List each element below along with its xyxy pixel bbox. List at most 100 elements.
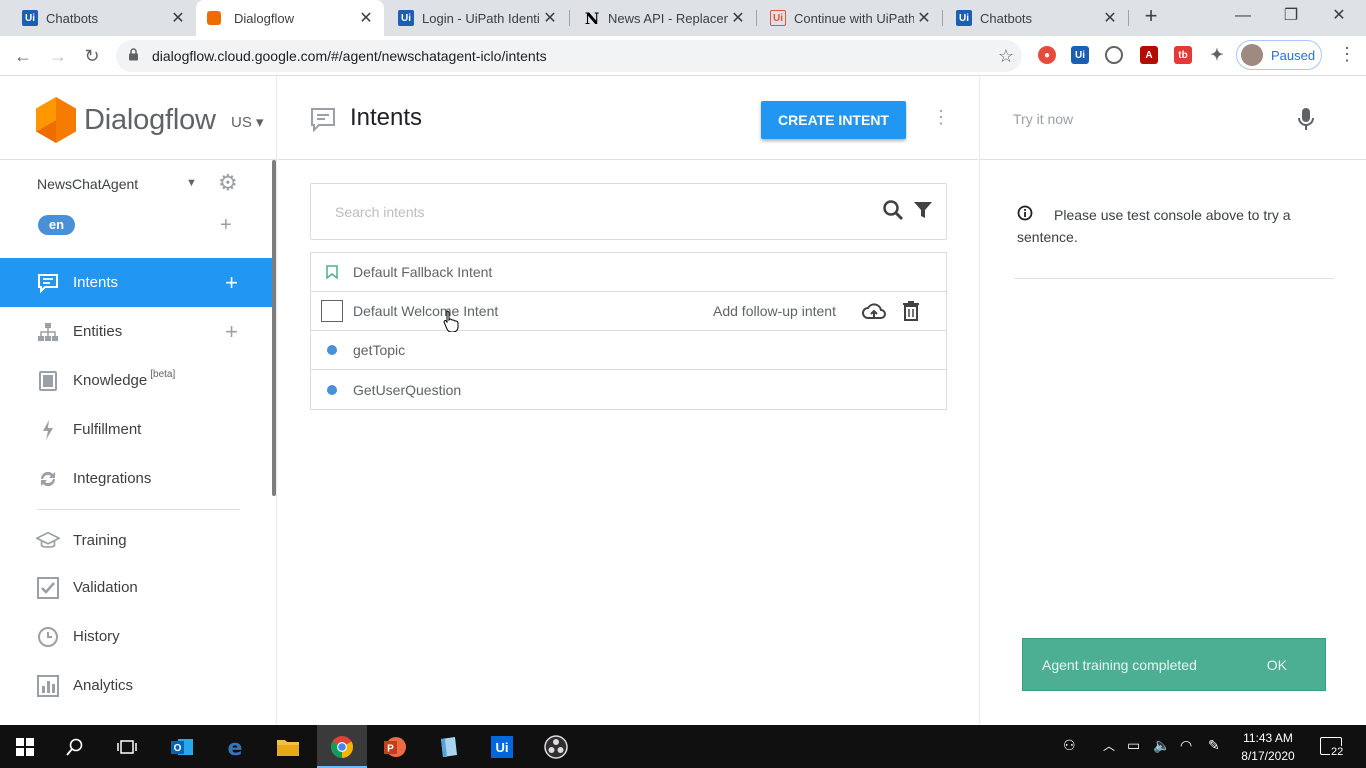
search-icon[interactable] <box>881 198 905 222</box>
sidebar-item-validation[interactable]: Validation <box>0 563 272 612</box>
address-bar[interactable]: dialogflow.cloud.google.com/#/agent/news… <box>116 40 1022 72</box>
sidebar-item-analytics[interactable]: Analytics <box>0 661 272 710</box>
add-follow-up-intent-link[interactable]: Add follow-up intent <box>713 303 836 319</box>
profile-button[interactable]: Paused <box>1236 40 1322 70</box>
search-icon[interactable] <box>50 725 100 768</box>
trash-icon[interactable] <box>902 301 924 323</box>
page-title: Intents <box>350 104 423 131</box>
create-intent-button[interactable]: CREATE INTENT <box>761 101 906 139</box>
intent-name[interactable]: getTopic <box>353 342 405 358</box>
obs-icon[interactable] <box>531 725 581 768</box>
intent-name[interactable]: Default Fallback Intent <box>353 264 492 280</box>
close-icon[interactable]: ✕ <box>540 8 560 28</box>
intent-row-getuserquestion[interactable]: GetUserQuestion <box>311 370 946 409</box>
intent-dot-icon <box>311 345 353 355</box>
bookmark-star-icon[interactable]: ☆ <box>998 46 1014 67</box>
sidebar-item-knowledge[interactable]: Knowledge [beta] <box>0 356 272 405</box>
sync-icon <box>36 467 60 491</box>
wifi-icon[interactable]: ◠ <box>1180 737 1192 754</box>
agent-name[interactable]: NewsChatAgent <box>37 176 138 192</box>
toast-ok-button[interactable]: OK <box>1267 657 1287 673</box>
sidebar-scrollbar[interactable] <box>272 160 276 496</box>
sidebar-item-training[interactable]: Training <box>0 516 272 565</box>
tab-chatbots-2[interactable]: Ui Chatbots ✕ <box>942 0 1128 36</box>
sidebar-item-history[interactable]: History <box>0 612 272 661</box>
intent-row-gettopic[interactable]: getTopic <box>311 331 946 370</box>
edge-icon[interactable]: e <box>210 725 260 768</box>
dialogflow-logo-icon <box>36 97 76 143</box>
close-icon[interactable]: ✕ <box>914 8 934 28</box>
tab-uipath-login[interactable]: Ui Login - UiPath Identi ✕ <box>384 0 568 36</box>
uipath-icon: Ui <box>398 10 414 26</box>
filter-icon[interactable] <box>911 198 935 222</box>
search-input[interactable] <box>335 202 855 222</box>
extension-circle-icon[interactable] <box>1105 46 1123 64</box>
more-options-icon[interactable]: ⋮ <box>932 107 950 128</box>
battery-icon[interactable]: ▭ <box>1127 737 1140 754</box>
restore-button[interactable]: ❐ <box>1268 0 1314 34</box>
try-it-now-input[interactable]: Try it now <box>1013 111 1073 127</box>
tab-title: Dialogflow <box>234 10 294 26</box>
tab-news-api[interactable]: N News API - Replacem ✕ <box>570 0 756 36</box>
microphone-icon[interactable] <box>1296 107 1316 131</box>
tab-dialogflow[interactable]: Dialogflow ✕ <box>196 0 384 36</box>
add-entity-icon[interactable]: + <box>225 319 238 345</box>
intent-name[interactable]: Default Welcome Intent <box>353 303 498 319</box>
uipath-icon[interactable]: Ui <box>477 725 527 768</box>
sidebar-item-label: Intents <box>73 274 119 291</box>
browser-menu-icon[interactable]: ⋮ <box>1338 44 1356 65</box>
forward-button[interactable]: → <box>46 44 70 68</box>
chevron-down-icon[interactable]: ▼ <box>186 177 197 189</box>
powerpoint-icon[interactable]: P <box>370 725 420 768</box>
dialogflow-sidebar: Dialogflow US ▾ NewsChatAgent ▼ ⚙ en + I… <box>0 77 277 725</box>
intent-row-welcome[interactable]: Default Welcome Intent Add follow-up int… <box>311 292 946 331</box>
windows-start-icon[interactable] <box>0 725 50 768</box>
add-intent-icon[interactable]: + <box>225 270 238 296</box>
avatar <box>1241 44 1263 66</box>
extension-red-icon[interactable]: ● <box>1038 46 1056 64</box>
close-icon[interactable]: ✕ <box>728 8 748 28</box>
intent-name[interactable]: GetUserQuestion <box>353 382 461 398</box>
gear-icon[interactable]: ⚙ <box>218 172 238 194</box>
intents-panel: Intents CREATE INTENT ⋮ Default Fallback… <box>278 77 978 725</box>
minimize-button[interactable]: — <box>1220 0 1266 34</box>
close-icon[interactable]: ✕ <box>1100 8 1120 28</box>
volume-icon[interactable]: 🔈 <box>1153 737 1170 754</box>
close-window-button[interactable]: ✕ <box>1316 0 1362 34</box>
intent-row-fallback[interactable]: Default Fallback Intent <box>311 253 946 292</box>
pen-icon[interactable]: ✎ <box>1208 737 1220 754</box>
system-clock[interactable]: 11:43 AM 8/17/2020 <box>1236 729 1300 765</box>
language-badge[interactable]: en <box>38 215 75 235</box>
test-console: Try it now Please use test console above… <box>979 77 1366 725</box>
region-selector[interactable]: US ▾ <box>231 113 264 131</box>
chrome-icon[interactable] <box>317 725 367 768</box>
sidebar-item-fulfillment[interactable]: Fulfillment <box>0 405 272 454</box>
new-tab-button[interactable]: + <box>1140 5 1162 28</box>
sidebar-item-intents[interactable]: Intents + <box>0 258 272 307</box>
extensions-puzzle-icon[interactable]: ✦ <box>1208 46 1226 64</box>
tab-chatbots-1[interactable]: Ui Chatbots ✕ <box>8 0 196 36</box>
task-view-icon[interactable] <box>102 725 152 768</box>
cloud-upload-icon[interactable] <box>862 301 886 323</box>
back-button[interactable]: ← <box>11 44 35 68</box>
intent-checkbox[interactable] <box>311 300 353 322</box>
notepad-icon[interactable] <box>423 725 473 768</box>
add-language-button[interactable]: + <box>220 214 232 237</box>
close-icon[interactable]: ✕ <box>168 8 188 28</box>
people-icon[interactable]: ⚇ <box>1063 737 1076 754</box>
close-icon[interactable]: ✕ <box>356 8 376 28</box>
sidebar-item-label: Training <box>73 532 127 549</box>
extension-tb-icon[interactable]: tb <box>1174 46 1192 64</box>
chevron-up-icon[interactable]: ︿ <box>1103 737 1115 754</box>
notification-center-icon[interactable]: 22 <box>1320 737 1345 758</box>
reload-button[interactable]: ↻ <box>80 44 104 68</box>
tab-continue-uipath[interactable]: Ui Continue with UiPath ✕ <box>756 0 942 36</box>
browser-tab-strip: Ui Chatbots ✕ Dialogflow ✕ Ui Login - Ui… <box>0 0 1366 36</box>
sidebar-item-integrations[interactable]: Integrations <box>0 454 272 503</box>
file-explorer-icon[interactable] <box>263 725 313 768</box>
sidebar-item-entities[interactable]: Entities + <box>0 307 272 356</box>
uipath-extension-icon[interactable]: Ui <box>1071 46 1089 64</box>
outlook-icon[interactable]: O <box>157 725 207 768</box>
pdf-extension-icon[interactable]: A <box>1140 46 1158 64</box>
dialogflow-logo[interactable]: Dialogflow <box>36 97 216 143</box>
